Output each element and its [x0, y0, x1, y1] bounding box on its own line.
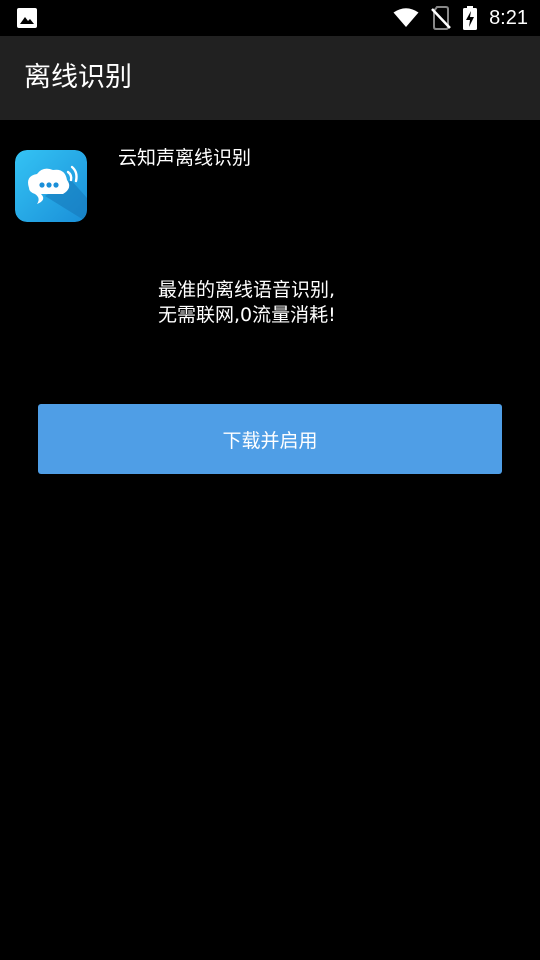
app-icon	[15, 150, 87, 222]
battery-charging-icon	[463, 6, 478, 30]
wifi-icon	[393, 8, 419, 27]
page-title: 离线识别	[24, 62, 132, 93]
download-enable-button[interactable]: 下载并启用	[38, 404, 502, 474]
app-bar: 离线识别	[0, 36, 540, 120]
chat-bubble-icon	[15, 150, 87, 222]
description-line-1: 最准的离线语音识别,	[158, 279, 336, 301]
image-icon	[17, 8, 37, 28]
status-bar: 8:21	[0, 0, 540, 36]
description-line-2: 无需联网,0流量消耗!	[158, 304, 336, 326]
status-icons: 8:21	[393, 0, 528, 36]
status-time: 8:21	[489, 6, 528, 29]
app-name: 云知声离线识别	[118, 147, 252, 169]
no-sim-icon	[431, 6, 451, 30]
description: 最准的离线语音识别, 无需联网,0流量消耗!	[158, 278, 336, 328]
